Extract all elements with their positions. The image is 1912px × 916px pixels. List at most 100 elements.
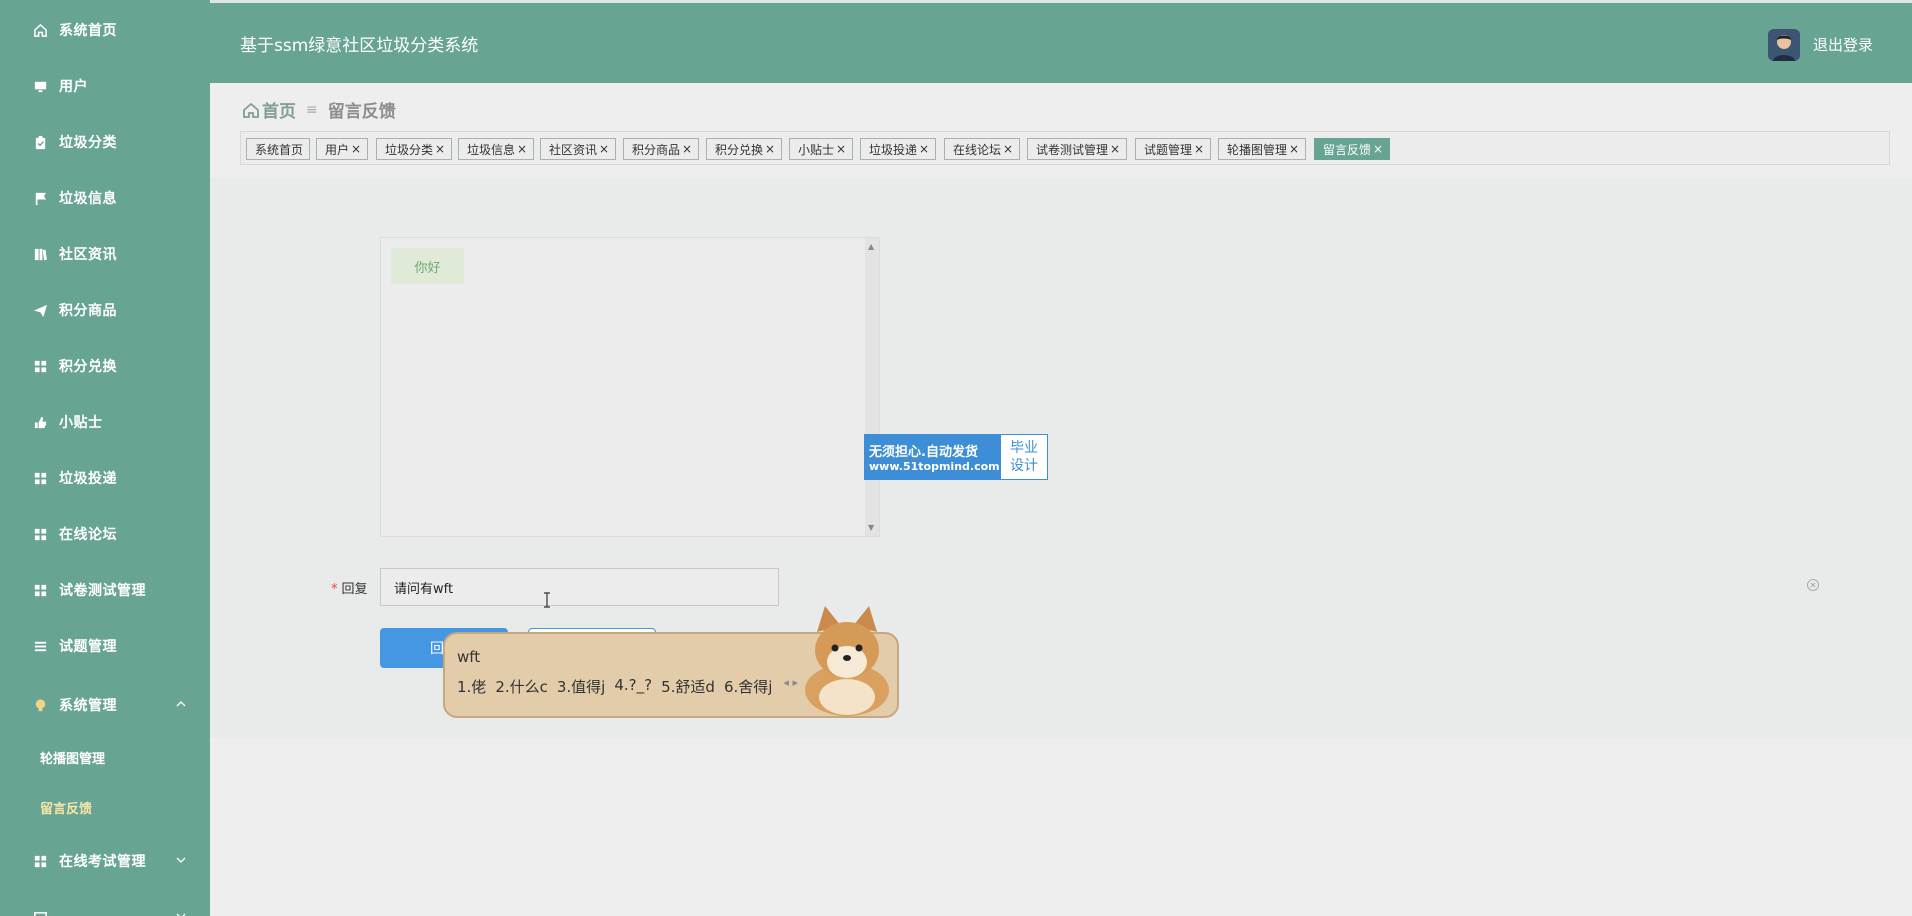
grid-icon bbox=[32, 358, 48, 374]
tag-exam-paper[interactable]: 试卷测试管理 × bbox=[1027, 138, 1128, 160]
ime-candidate[interactable]: 3.值得j bbox=[557, 676, 605, 697]
text-cursor-icon bbox=[544, 592, 550, 608]
tag-label: 垃圾分类 bbox=[385, 142, 434, 157]
bulb-icon bbox=[32, 697, 48, 713]
reply-input[interactable] bbox=[380, 568, 779, 606]
close-icon[interactable]: × bbox=[599, 142, 609, 156]
close-icon[interactable]: × bbox=[1194, 142, 1204, 156]
tag-points-goods[interactable]: 积分商品 × bbox=[623, 138, 700, 160]
close-icon[interactable]: × bbox=[919, 142, 929, 156]
sidebar-sub-label: 留言反馈 bbox=[40, 801, 93, 817]
ime-candidate[interactable]: 4.?_? bbox=[614, 676, 652, 697]
thumb-icon bbox=[32, 414, 48, 430]
ime-candidate[interactable]: 2.什么c bbox=[495, 676, 548, 697]
logout-link[interactable]: 退出登录 bbox=[1813, 34, 1873, 55]
scrollbar[interactable]: ▲ ▼ bbox=[865, 238, 879, 536]
close-icon[interactable]: × bbox=[1110, 142, 1120, 156]
close-icon[interactable]: × bbox=[836, 142, 846, 156]
sidebar: 系统首页 用户 垃圾分类 垃圾信息 社区资讯 积分商品 积分兑换 小贴士 垃圾投… bbox=[0, 0, 210, 916]
ime-candidate-window[interactable]: wft 1.佬 2.什么c 3.值得j 4.?_? 5.舒适d 6.舍得j ◂ … bbox=[443, 606, 899, 718]
home-icon bbox=[32, 22, 48, 38]
avatar[interactable] bbox=[1768, 29, 1800, 61]
app-title: 基于ssm绿意社区垃圾分类系统 bbox=[240, 36, 479, 56]
tag-label: 垃圾信息 bbox=[467, 142, 516, 157]
tag-points-exchange[interactable]: 积分兑换 × bbox=[706, 138, 783, 160]
tag-feedback[interactable]: 留言反馈 × bbox=[1314, 138, 1391, 160]
tag-label: 轮播图管理 bbox=[1227, 142, 1288, 157]
watermark-line2: www.51topmind.com bbox=[869, 460, 1000, 473]
tag-garbage-category[interactable]: 垃圾分类 × bbox=[376, 138, 453, 160]
sidebar-item-label: 用户 bbox=[59, 79, 88, 95]
tag-label: 社区资讯 bbox=[549, 142, 598, 157]
close-icon[interactable]: × bbox=[1003, 142, 1013, 156]
ime-candidate[interactable]: 6.舍得j bbox=[724, 676, 772, 697]
sidebar-item-home[interactable]: 系统首页 bbox=[0, 10, 210, 50]
close-icon[interactable]: × bbox=[1289, 142, 1299, 156]
breadcrumb: 首页 ≡ 留言反馈 bbox=[242, 97, 396, 122]
grid-icon bbox=[32, 470, 48, 486]
ime-candidates: 1.佬 2.什么c 3.值得j 4.?_? 5.舒适d 6.舍得j ◂ ▸ bbox=[457, 676, 798, 697]
sidebar-item-label: 垃圾分类 bbox=[59, 135, 117, 151]
sidebar-item-partial[interactable] bbox=[0, 897, 210, 916]
close-icon[interactable]: × bbox=[1373, 142, 1383, 156]
grid-icon bbox=[32, 853, 48, 869]
close-icon[interactable]: × bbox=[517, 142, 527, 156]
sidebar-sub-feedback[interactable]: 留言反馈 bbox=[0, 789, 210, 825]
tag-question[interactable]: 试题管理 × bbox=[1135, 138, 1212, 160]
tag-garbage-delivery[interactable]: 垃圾投递 × bbox=[860, 138, 937, 160]
sidebar-item-system[interactable]: 系统管理 bbox=[0, 685, 210, 725]
sidebar-item-garbage-delivery[interactable]: 垃圾投递 bbox=[0, 458, 210, 498]
sidebar-sub-carousel[interactable]: 轮播图管理 bbox=[0, 739, 210, 775]
sidebar-item-garbage-category[interactable]: 垃圾分类 bbox=[0, 122, 210, 162]
scroll-down-icon[interactable]: ▼ bbox=[868, 523, 874, 532]
tag-carousel[interactable]: 轮播图管理 × bbox=[1218, 138, 1307, 160]
clear-icon[interactable] bbox=[1806, 578, 1820, 592]
sidebar-item-exam-online[interactable]: 在线考试管理 bbox=[0, 841, 210, 881]
scroll-up-icon[interactable]: ▲ bbox=[868, 242, 874, 251]
tag-tips[interactable]: 小贴士 × bbox=[789, 138, 854, 160]
watermark-line1: 无须担心.自动发货 bbox=[869, 445, 978, 460]
tag-news[interactable]: 社区资讯 × bbox=[540, 138, 617, 160]
breadcrumb-home[interactable]: 首页 bbox=[262, 97, 296, 122]
sidebar-item-label: 试卷测试管理 bbox=[59, 583, 146, 599]
sidebar-item-label: 垃圾信息 bbox=[59, 191, 117, 207]
sidebar-item-question[interactable]: 试题管理 bbox=[0, 626, 210, 666]
close-icon[interactable]: × bbox=[351, 142, 361, 156]
sidebar-item-label: 在线考试管理 bbox=[59, 854, 146, 870]
breadcrumb-current: 留言反馈 bbox=[327, 102, 396, 122]
sidebar-item-news[interactable]: 社区资讯 bbox=[0, 234, 210, 274]
tag-home[interactable]: 系统首页 bbox=[246, 138, 311, 160]
grid-icon bbox=[32, 582, 48, 598]
chat-box[interactable]: 你好 ▲ ▼ bbox=[380, 237, 880, 537]
sidebar-item-exam-paper[interactable]: 试卷测试管理 bbox=[0, 570, 210, 610]
ime-candidate[interactable]: 1.佬 bbox=[457, 676, 486, 697]
sidebar-item-label: 试题管理 bbox=[59, 639, 117, 655]
tags-bar: 系统首页 用户 × 垃圾分类 × 垃圾信息 × 社区资讯 × 积分商品 × 积分兑换 × 小… bbox=[240, 131, 1890, 165]
sidebar-item-user[interactable]: 用户 bbox=[0, 66, 210, 106]
sidebar-item-points-exchange[interactable]: 积分兑换 bbox=[0, 346, 210, 386]
close-icon[interactable]: × bbox=[682, 142, 692, 156]
grid-icon bbox=[32, 526, 48, 542]
sidebar-item-label: 积分兑换 bbox=[59, 359, 117, 375]
sidebar-item-points-goods[interactable]: 积分商品 bbox=[0, 290, 210, 330]
close-icon[interactable]: × bbox=[435, 142, 445, 156]
shiba-dog-icon bbox=[805, 606, 889, 716]
sidebar-item-garbage-info[interactable]: 垃圾信息 bbox=[0, 178, 210, 218]
tag-user[interactable]: 用户 × bbox=[316, 138, 369, 160]
tag-label: 垃圾投递 bbox=[869, 142, 918, 157]
sidebar-item-label: 系统首页 bbox=[59, 23, 117, 39]
clipboard-icon bbox=[32, 134, 48, 150]
tag-forum[interactable]: 在线论坛 × bbox=[944, 138, 1021, 160]
sidebar-item-tips[interactable]: 小贴士 bbox=[0, 402, 210, 442]
sidebar-item-label: 社区资讯 bbox=[59, 247, 117, 263]
close-icon[interactable]: × bbox=[765, 142, 775, 156]
sidebar-item-forum[interactable]: 在线论坛 bbox=[0, 514, 210, 554]
tag-label: 积分兑换 bbox=[715, 142, 764, 157]
monitor-icon bbox=[32, 78, 48, 94]
sidebar-item-label: 系统管理 bbox=[59, 698, 117, 714]
sidebar-item-label: 小贴士 bbox=[59, 415, 103, 431]
ime-candidate[interactable]: 5.舒适d bbox=[661, 676, 715, 697]
tag-garbage-info[interactable]: 垃圾信息 × bbox=[458, 138, 535, 160]
send-icon bbox=[32, 302, 48, 318]
sidebar-item-label: 垃圾投递 bbox=[59, 471, 117, 487]
